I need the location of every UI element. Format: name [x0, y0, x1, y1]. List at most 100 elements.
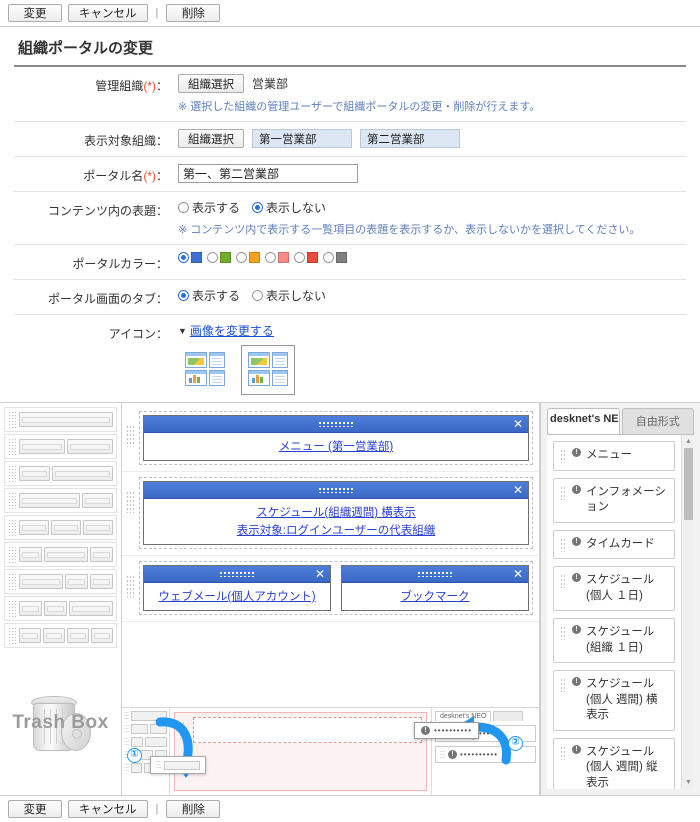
target-org-select-button[interactable]: 組織選択	[178, 129, 244, 148]
cancel-button-top[interactable]: キャンセル	[68, 4, 148, 22]
tab-desknets-neo[interactable]: desknet's NEO	[547, 408, 620, 434]
widget-item-6[interactable]: ! スケジュール(個人 週間) 縦表示	[553, 737, 675, 789]
portlet-header[interactable]: ✕	[144, 416, 528, 433]
scrollbar-thumb[interactable]	[684, 448, 693, 520]
portal-icon-default[interactable]	[178, 345, 232, 395]
portlet[interactable]: ✕ ウェブメール(個人アカウント)	[143, 565, 331, 611]
portal-canvas[interactable]: ✕ メニュー (第一営業部) ✕ スケジュール(組織週間) 横表示 表示対象:ログインユ…	[122, 403, 540, 707]
info-icon[interactable]: !	[572, 744, 581, 754]
delete-button-top[interactable]: 削除	[166, 4, 221, 22]
info-icon[interactable]: !	[572, 484, 581, 494]
grip-icon[interactable]	[126, 425, 135, 447]
hint-layout-row	[124, 737, 167, 747]
trash-box-dropzone[interactable]: Trash Box	[0, 650, 121, 795]
info-icon[interactable]: !	[572, 448, 581, 457]
portal-tab-radio-hide[interactable]: 表示しない	[252, 287, 326, 304]
close-icon[interactable]: ✕	[513, 418, 523, 430]
portlet-header[interactable]: ✕	[144, 566, 330, 583]
close-icon[interactable]: ✕	[513, 568, 523, 580]
info-icon[interactable]: !	[572, 625, 581, 635]
widget-item-4[interactable]: ! スケジュール(組織 １日)	[553, 618, 675, 664]
portlet[interactable]: ✕ スケジュール(組織週間) 横表示 表示対象:ログインユーザーの代表組織	[143, 481, 529, 545]
portlet-link[interactable]: ブックマーク	[346, 588, 524, 604]
widget-item-5[interactable]: ! スケジュール(個人 週間) 横表示	[553, 670, 675, 731]
portal-tab-radio-show[interactable]: 表示する	[178, 287, 240, 304]
grip-icon[interactable]	[560, 574, 567, 589]
portal-color-option-0[interactable]	[178, 252, 202, 263]
layout-cell	[19, 412, 113, 427]
grip-icon[interactable]	[560, 678, 567, 693]
portal-color-option-4[interactable]	[294, 252, 318, 263]
thumb-text-cell	[209, 352, 225, 368]
layout-2col-equal[interactable]	[4, 434, 117, 459]
grip-icon[interactable]	[318, 487, 354, 493]
canvas-row[interactable]: ✕ スケジュール(組織週間) 横表示 表示対象:ログインユーザーの代表組織	[122, 472, 539, 556]
grip-icon[interactable]	[560, 449, 567, 463]
layout-4col-equal[interactable]	[4, 623, 117, 648]
target-org-chip[interactable]: 第一営業部	[252, 129, 352, 148]
content-heading-radio-show[interactable]: 表示する	[178, 199, 240, 216]
submit-button-bottom[interactable]: 変更	[8, 800, 62, 818]
layout-2col-narrow-wide[interactable]	[4, 461, 117, 486]
scroll-up-arrow-icon[interactable]: ▲	[684, 437, 693, 446]
portlet[interactable]: ✕ ブックマーク	[341, 565, 529, 611]
canvas-row[interactable]: ✕ ウェブメール(個人アカウント) ✕ ブックマーク	[122, 556, 539, 622]
grip-icon[interactable]	[318, 421, 354, 427]
grip-icon[interactable]	[417, 571, 453, 577]
portlet-link[interactable]: ウェブメール(個人アカウント)	[148, 588, 326, 604]
cancel-button-bottom[interactable]: キャンセル	[68, 800, 148, 818]
row-dropzone[interactable]: ✕ メニュー (第一営業部)	[139, 411, 533, 465]
grip-icon[interactable]	[126, 491, 135, 513]
submit-button-top[interactable]: 変更	[8, 4, 62, 22]
grip-icon[interactable]	[126, 575, 135, 597]
tab-free-format[interactable]: 自由形式	[621, 408, 694, 434]
grip-icon	[179, 721, 186, 739]
grip-icon[interactable]	[560, 745, 567, 760]
widget-item-0[interactable]: ! メニュー	[553, 441, 675, 471]
portal-color-option-5[interactable]	[323, 252, 347, 263]
info-icon[interactable]: !	[572, 677, 581, 687]
portal-color-option-1[interactable]	[207, 252, 231, 263]
info-icon[interactable]: !	[572, 573, 581, 583]
portlet-link[interactable]: スケジュール(組織週間) 横表示	[148, 504, 524, 520]
portal-icon-current[interactable]	[241, 345, 295, 395]
close-icon[interactable]: ✕	[513, 484, 523, 496]
delete-button-bottom[interactable]: 削除	[166, 800, 221, 818]
row-dropzone[interactable]: ✕ ウェブメール(個人アカウント) ✕ ブックマーク	[139, 561, 533, 615]
portal-color-option-2[interactable]	[236, 252, 260, 263]
widget-item-3[interactable]: ! スケジュール(個人 １日)	[553, 566, 675, 612]
layout-1col[interactable]	[4, 407, 117, 432]
widget-list-scrollbar[interactable]: ▲ ▼	[681, 435, 694, 789]
layout-3col-right-wide[interactable]	[4, 596, 117, 621]
layout-3col-left-wide[interactable]	[4, 569, 117, 594]
widget-item-1[interactable]: ! インフォメーション	[553, 477, 675, 523]
portal-color-option-3[interactable]	[265, 252, 289, 263]
label-icon: アイコン：	[108, 327, 168, 341]
portlet-body: スケジュール(組織週間) 横表示 表示対象:ログインユーザーの代表組織	[144, 499, 528, 544]
target-org-chip[interactable]: 第二営業部	[360, 129, 460, 148]
thumb-image-cell	[185, 352, 207, 368]
grip-icon[interactable]	[560, 485, 567, 500]
hint-tab-inactive	[493, 711, 524, 721]
widget-item-2[interactable]: ! タイムカード	[553, 529, 675, 560]
grip-icon[interactable]	[219, 571, 255, 577]
portlet-header[interactable]: ✕	[144, 482, 528, 499]
close-icon[interactable]: ✕	[315, 568, 325, 580]
row-dropzone[interactable]: ✕ スケジュール(組織週間) 横表示 表示対象:ログインユーザーの代表組織	[139, 477, 533, 549]
portal-name-input[interactable]	[178, 164, 358, 183]
content-heading-radio-hide[interactable]: 表示しない	[252, 199, 326, 216]
portlet-header[interactable]: ✕	[342, 566, 528, 583]
portlet-link[interactable]: 表示対象:ログインユーザーの代表組織	[148, 522, 524, 538]
layout-2col-wide-narrow[interactable]	[4, 488, 117, 513]
grip-icon[interactable]	[560, 626, 567, 641]
portlet[interactable]: ✕ メニュー (第一営業部)	[143, 415, 529, 461]
admin-org-select-button[interactable]: 組織選択	[178, 74, 244, 93]
scroll-down-arrow-icon[interactable]: ▼	[684, 778, 693, 787]
portlet-link[interactable]: メニュー (第一営業部)	[148, 438, 524, 454]
info-icon[interactable]: !	[572, 536, 581, 546]
layout-3col-equal[interactable]	[4, 515, 117, 540]
canvas-row[interactable]: ✕ メニュー (第一営業部)	[122, 406, 539, 472]
layout-3col-center-wide[interactable]	[4, 542, 117, 567]
grip-icon[interactable]	[560, 537, 567, 552]
change-image-link[interactable]: 画像を変更する	[190, 322, 274, 339]
